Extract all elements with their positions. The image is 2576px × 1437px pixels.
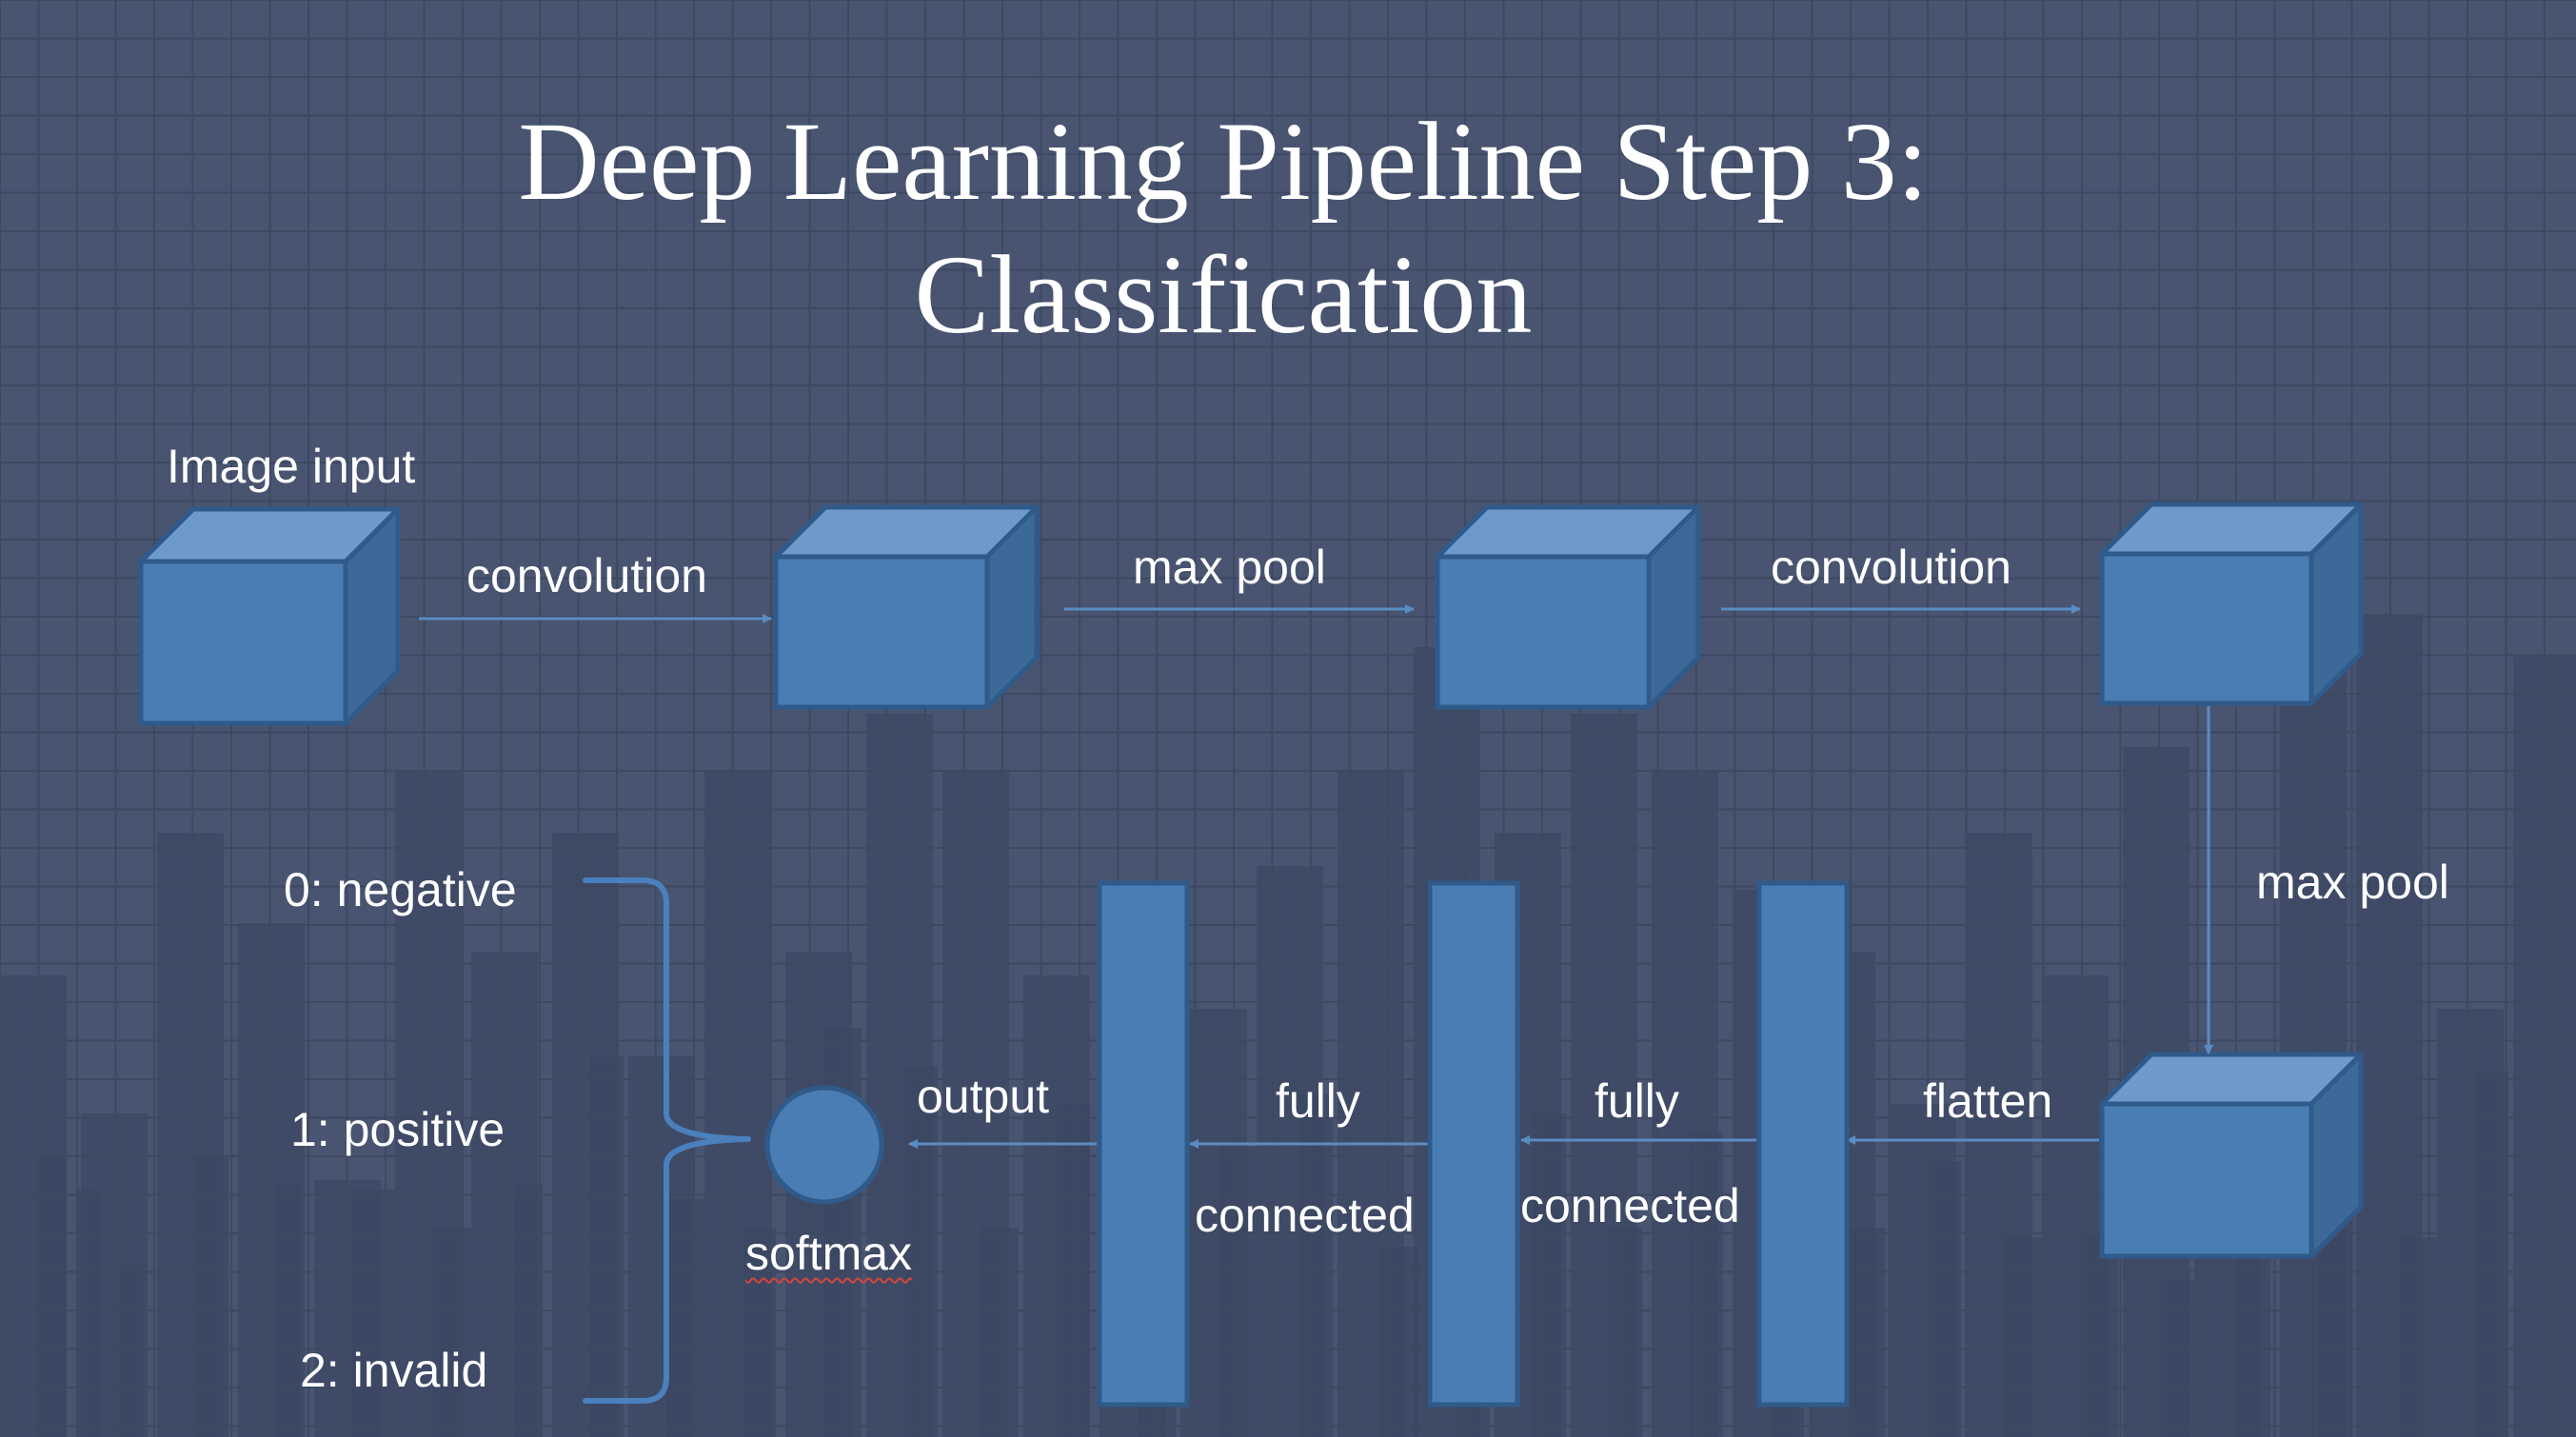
conv1-cube-front-face <box>773 554 990 710</box>
image-input-cube-front-face <box>138 559 348 726</box>
slide: Deep Learning Pipeline Step 3: Classific… <box>0 0 2576 1437</box>
image-input-label: Image input <box>167 440 416 493</box>
edge-label-output: output <box>917 1070 1050 1123</box>
conv1-cube <box>773 504 1040 710</box>
title-line-1: Deep Learning Pipeline Step 3: <box>518 99 1929 224</box>
edge-label-convolution-2: convolution <box>1771 541 2011 594</box>
edge-label-fully-2: fully <box>1595 1074 1679 1128</box>
softmax-node <box>764 1085 884 1205</box>
pool2-cube <box>2099 1052 2364 1259</box>
edge-label-flatten: flatten <box>1923 1074 2053 1128</box>
edge-label-fully-1: fully <box>1276 1074 1360 1128</box>
title-line-2: Classification <box>914 232 1533 357</box>
edge-label-connected-1: connected <box>1195 1189 1415 1242</box>
edge-label-convolution-1: convolution <box>466 549 707 602</box>
edge-label-max-pool-2: max pool <box>2256 856 2449 909</box>
edge-label-max-pool-1: max pool <box>1133 541 1326 594</box>
pool1-cube-front-face <box>1435 554 1652 710</box>
pool1-cube <box>1435 504 1701 710</box>
softmax-label: softmax <box>745 1227 913 1280</box>
class-label-positive: 1: positive <box>290 1103 505 1156</box>
edge-label-connected-2: connected <box>1520 1179 1740 1232</box>
fc-layer-3 <box>1756 880 1850 1407</box>
conv2-cube <box>2099 502 2364 706</box>
pool2-cube-front-face <box>2099 1101 2314 1259</box>
class-brace <box>583 877 751 1404</box>
image-input-cube <box>138 506 401 726</box>
conv2-cube-front-face <box>2099 551 2314 706</box>
class-label-invalid: 2: invalid <box>300 1344 488 1397</box>
fc-layer-1 <box>1097 880 1190 1407</box>
fc-layer-2 <box>1427 880 1520 1407</box>
class-label-negative: 0: negative <box>284 863 517 916</box>
